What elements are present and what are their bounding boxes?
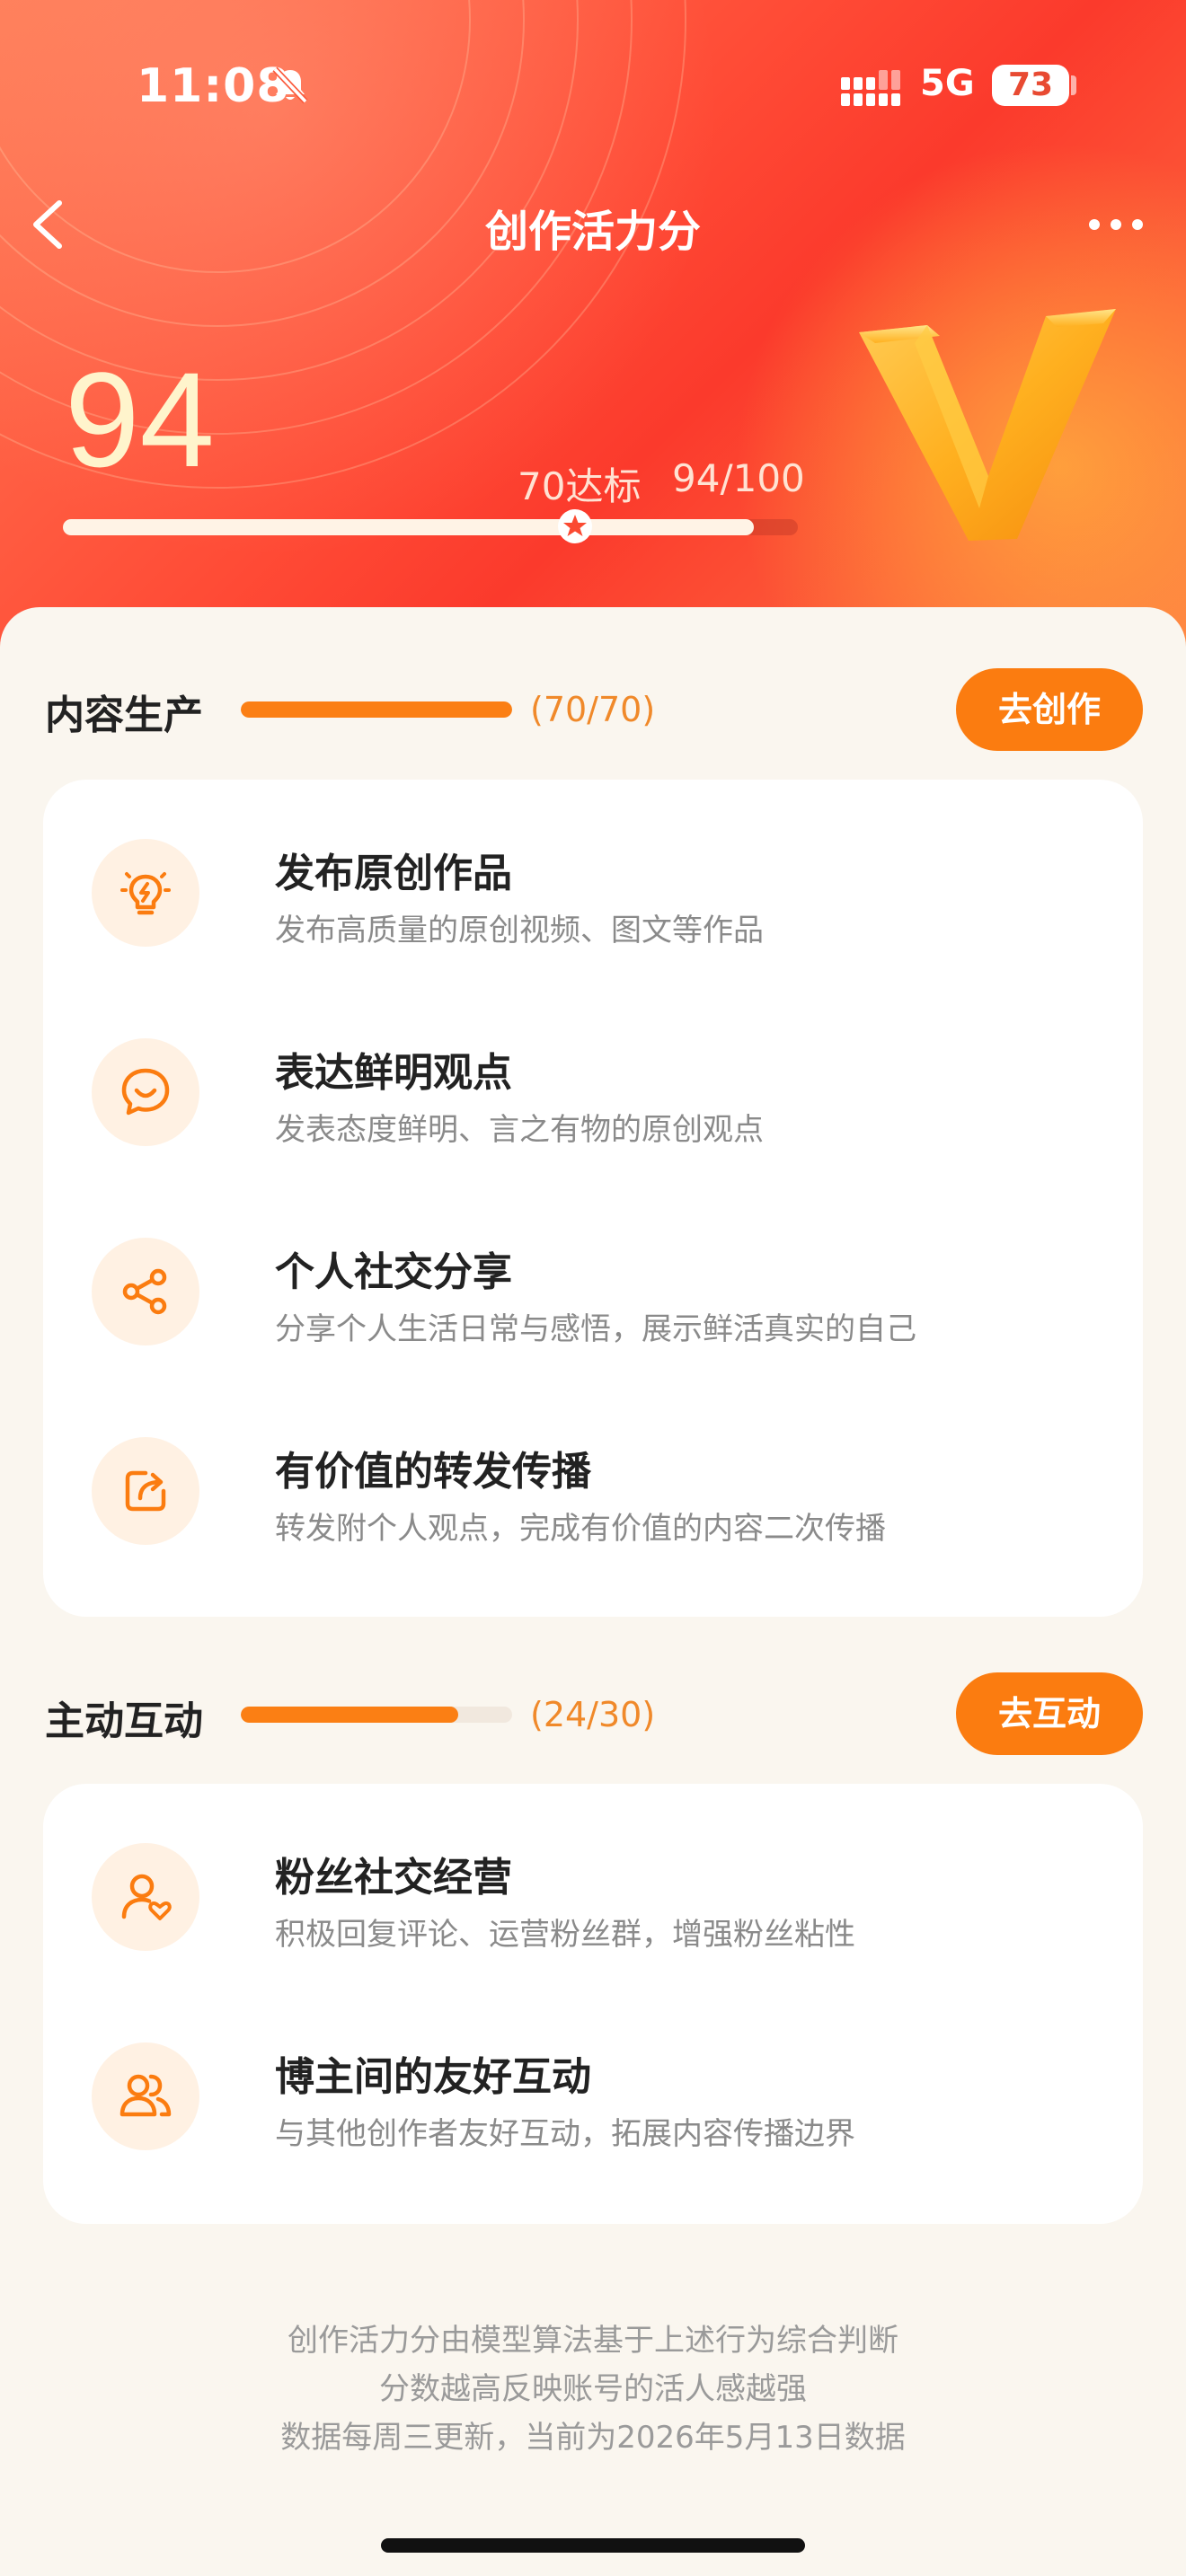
section-title-interaction: 主动互动: [45, 1698, 203, 1744]
item-description: 积极回复评论、运营粉丝群，增强粉丝粘性: [275, 1917, 855, 1953]
smile-chat-icon: [92, 1038, 199, 1146]
status-time: 11:08: [137, 59, 290, 113]
battery-tip: [1071, 75, 1076, 95]
score-value: 94: [65, 344, 215, 495]
score-progress-bar: [63, 519, 798, 535]
target-star-icon: [558, 509, 592, 543]
list-item[interactable]: 粉丝社交经营 积极回复评论、运营粉丝群，增强粉丝粘性: [92, 1834, 1098, 1960]
item-description: 分享个人生活日常与感悟，展示鲜活真实的自己: [275, 1311, 916, 1347]
footer-note: 分数越高反映账号的活人感越强: [379, 2371, 807, 2407]
section-progress-bar: [241, 701, 512, 718]
item-title: 有价值的转发传播: [275, 1449, 591, 1495]
section-progress-bar: [241, 1707, 512, 1723]
item-title: 发布原创作品: [275, 851, 512, 896]
list-item[interactable]: 发布原创作品 发布高质量的原创视频、图文等作品: [92, 830, 1098, 956]
lightbulb-icon: [92, 839, 199, 947]
target-label: 70达标: [518, 464, 642, 508]
user-heart-icon: [92, 1843, 199, 1951]
section-count: (70/70): [530, 690, 656, 729]
interaction-card: 粉丝社交经营 积极回复评论、运营粉丝群，增强粉丝粘性 博主间的友好互动 与其他创…: [43, 1784, 1143, 2224]
go-interact-button[interactable]: 去互动: [956, 1672, 1143, 1755]
content-production-card: 发布原创作品 发布高质量的原创视频、图文等作品 表达鲜明观点 发表态度鲜明、言之…: [43, 780, 1143, 1617]
section-title-content-production: 内容生产: [45, 693, 203, 738]
section-progress-fill: [241, 701, 512, 718]
signal-icon: [841, 70, 900, 106]
item-description: 与其他创作者友好互动，拓展内容传播边界: [275, 2116, 855, 2152]
forward-icon: [92, 1437, 199, 1545]
go-create-button[interactable]: 去创作: [956, 668, 1143, 751]
users-icon: [92, 2042, 199, 2150]
list-item[interactable]: 博主间的友好互动 与其他创作者友好互动，拓展内容传播边界: [92, 2033, 1098, 2159]
v-badge-icon: [859, 309, 1116, 541]
network-type: 5G: [920, 63, 975, 104]
list-item[interactable]: 表达鲜明观点 发表态度鲜明、言之有物的原创观点: [92, 1029, 1098, 1155]
list-item[interactable]: 有价值的转发传播 转发附个人观点，完成有价值的内容二次传播: [92, 1428, 1098, 1554]
hero-header: 11:08 5G 73 创作活力分 94 70达标 94/100: [0, 0, 1186, 647]
section-count: (24/30): [530, 1695, 656, 1734]
list-item[interactable]: 个人社交分享 分享个人生活日常与感悟，展示鲜活真实的自己: [92, 1229, 1098, 1354]
score-ratio: 94/100: [672, 456, 805, 500]
item-title: 表达鲜明观点: [275, 1050, 512, 1096]
home-indicator[interactable]: [381, 2538, 805, 2553]
more-icon[interactable]: [1087, 212, 1145, 237]
section-progress-fill: [241, 1707, 458, 1723]
footer-note: 数据每周三更新，当前为2026年5月13日数据: [280, 2420, 906, 2456]
item-title: 粉丝社交经营: [275, 1855, 512, 1901]
page-title: 创作活力分: [484, 207, 701, 257]
item-description: 发布高质量的原创视频、图文等作品: [275, 913, 764, 948]
share-icon: [92, 1238, 199, 1345]
item-title: 博主间的友好互动: [275, 2054, 591, 2100]
footer-note: 创作活力分由模型算法基于上述行为综合判断: [288, 2323, 898, 2359]
item-title: 个人社交分享: [275, 1249, 512, 1295]
battery-icon: 73: [992, 65, 1069, 106]
item-description: 转发附个人观点，完成有价值的内容二次传播: [275, 1511, 886, 1547]
score-progress-fill: [63, 519, 754, 535]
item-description: 发表态度鲜明、言之有物的原创观点: [275, 1112, 764, 1148]
bell-off-icon: [272, 66, 308, 104]
